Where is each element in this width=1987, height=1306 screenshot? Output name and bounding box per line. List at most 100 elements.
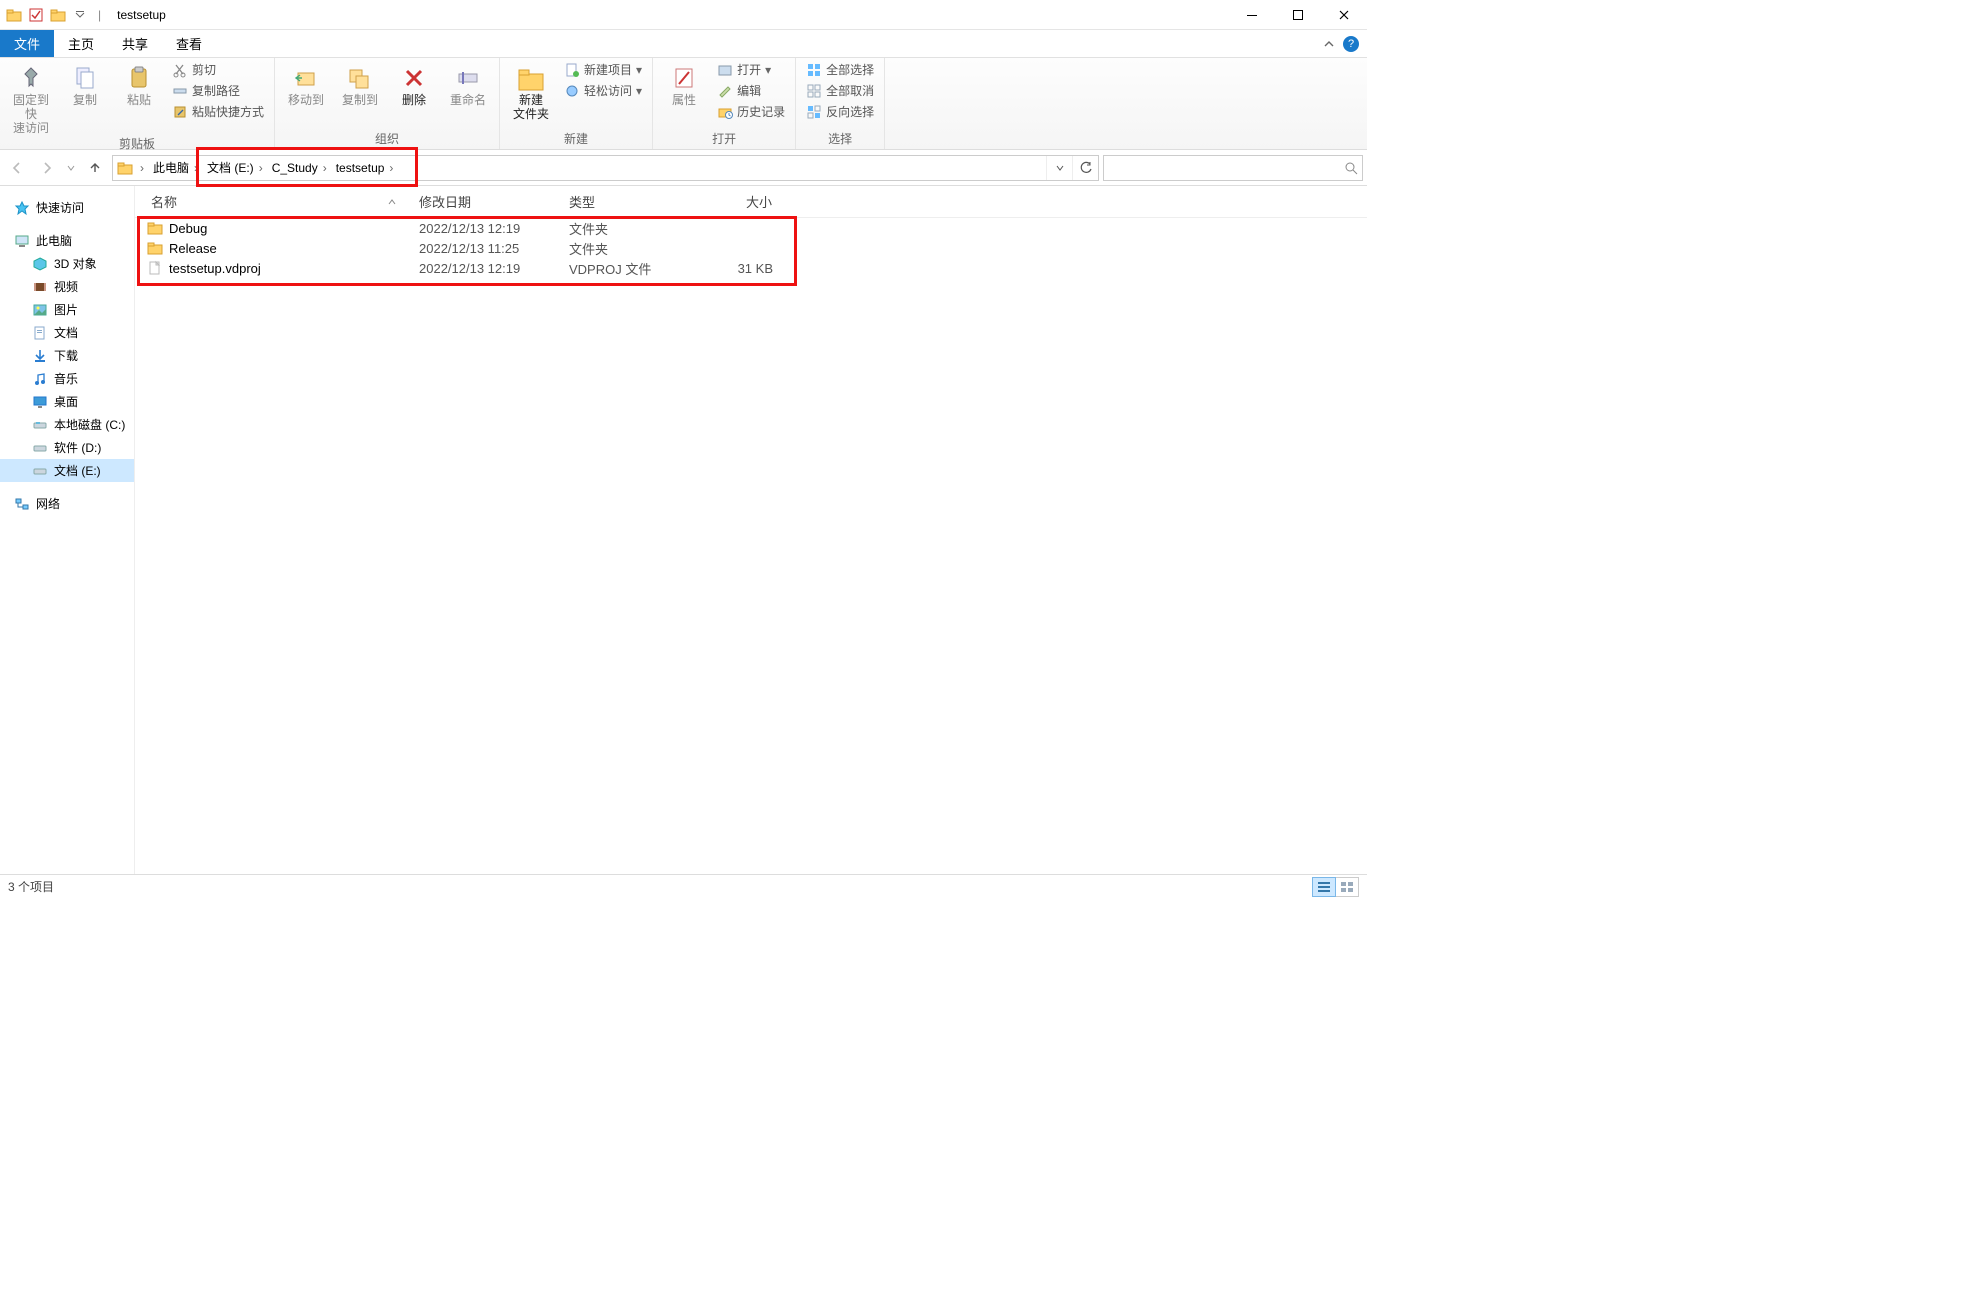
nav-soft-d[interactable]: 软件 (D:) (0, 436, 134, 459)
nav-label: 软件 (D:) (54, 439, 101, 456)
tab-file[interactable]: 文件 (0, 30, 54, 57)
forward-button[interactable] (34, 155, 60, 181)
help-icon[interactable]: ? (1343, 36, 1359, 52)
delete-label: 删除 (402, 94, 426, 108)
paste-button[interactable]: 粘贴 (114, 60, 164, 108)
address-row: › 此电脑› 文档 (E:)› C_Study› testsetup› (0, 150, 1367, 186)
history-label: 历史记录 (737, 103, 785, 120)
properties-button[interactable]: 属性 (659, 60, 709, 108)
recent-locations-button[interactable] (64, 155, 78, 181)
ribbon-collapse-icon[interactable] (1315, 38, 1343, 50)
column-size[interactable]: 大小 (691, 186, 781, 217)
address-bar[interactable]: › 此电脑› 文档 (E:)› C_Study› testsetup› (112, 155, 1099, 181)
select-all-button[interactable]: 全部选择 (802, 60, 878, 79)
navigation-pane[interactable]: 快速访问 此电脑 3D 对象 视频 图片 文档 下载 音乐 (0, 186, 135, 874)
search-box[interactable] (1103, 155, 1363, 181)
breadcrumb-root-sep[interactable]: › (135, 161, 149, 175)
ribbon-tabs: 文件 主页 共享 查看 ? (0, 30, 1367, 58)
status-text: 3 个项目 (8, 878, 54, 895)
paste-shortcut-button[interactable]: 粘贴快捷方式 (168, 102, 268, 121)
select-all-label: 全部选择 (826, 61, 874, 78)
close-button[interactable] (1321, 0, 1367, 30)
breadcrumb-this-pc[interactable]: 此电脑› (151, 159, 203, 176)
paste-label: 粘贴 (127, 94, 151, 108)
tab-share[interactable]: 共享 (108, 30, 162, 57)
list-item[interactable]: testsetup.vdproj2022/12/13 12:19VDPROJ 文… (135, 258, 1367, 278)
nav-videos[interactable]: 视频 (0, 275, 134, 298)
pin-to-quick-access-button[interactable]: 固定到快 速访问 (6, 60, 56, 135)
copy-to-button[interactable]: 复制到 (335, 60, 385, 108)
copy-to-label: 复制到 (342, 94, 378, 108)
column-headers: 名称 修改日期 类型 大小 (135, 186, 1367, 218)
new-folder-button[interactable]: 新建 文件夹 (506, 60, 556, 122)
new-item-label: 新建项目 (584, 61, 632, 78)
pc-icon (14, 233, 30, 249)
status-bar: 3 个项目 (0, 874, 1367, 898)
delete-button[interactable]: 删除 (389, 60, 439, 108)
nav-documents[interactable]: 文档 (0, 321, 134, 344)
desktop-icon (32, 394, 48, 410)
list-item[interactable]: Release2022/12/13 11:25文件夹 (135, 238, 1367, 258)
history-button[interactable]: 历史记录 (713, 102, 789, 121)
edit-icon (717, 83, 733, 99)
qat-properties-icon[interactable] (28, 7, 44, 23)
column-name[interactable]: 名称 (135, 186, 411, 217)
nav-downloads[interactable]: 下载 (0, 344, 134, 367)
qat-folder-icon[interactable] (50, 7, 66, 23)
cut-button[interactable]: 剪切 (168, 60, 268, 79)
properties-label: 属性 (672, 94, 696, 108)
list-item[interactable]: Debug2022/12/13 12:19文件夹 (135, 218, 1367, 238)
new-item-icon (564, 62, 580, 78)
nav-label: 文档 (E:) (54, 462, 101, 479)
nav-pictures[interactable]: 图片 (0, 298, 134, 321)
nav-music[interactable]: 音乐 (0, 367, 134, 390)
column-type[interactable]: 类型 (561, 186, 691, 217)
nav-doc-e[interactable]: 文档 (E:) (0, 459, 134, 482)
tab-home[interactable]: 主页 (54, 30, 108, 57)
search-icon (1344, 161, 1358, 175)
nav-3d-objects[interactable]: 3D 对象 (0, 252, 134, 275)
new-item-button[interactable]: 新建项目 ▾ (560, 60, 646, 79)
window-title: testsetup (111, 8, 166, 22)
content-pane: 名称 修改日期 类型 大小 Debug2022/12/13 12:19文件夹Re… (135, 186, 1367, 874)
tab-view[interactable]: 查看 (162, 30, 216, 57)
copy-button[interactable]: 复制 (60, 60, 110, 108)
minimize-button[interactable] (1229, 0, 1275, 30)
nav-local-c[interactable]: 本地磁盘 (C:) (0, 413, 134, 436)
rename-button[interactable]: 重命名 (443, 60, 493, 108)
nav-label: 图片 (54, 301, 78, 318)
qat-dropdown-icon[interactable] (72, 7, 88, 23)
file-list[interactable]: Debug2022/12/13 12:19文件夹Release2022/12/1… (135, 218, 1367, 874)
invert-selection-icon (806, 104, 822, 120)
nav-this-pc[interactable]: 此电脑 (0, 229, 134, 252)
copy-path-button[interactable]: 复制路径 (168, 81, 268, 100)
breadcrumb-cstudy[interactable]: C_Study› (270, 161, 332, 175)
icons-view-button[interactable] (1335, 877, 1359, 897)
select-none-button[interactable]: 全部取消 (802, 81, 878, 100)
paste-icon (123, 62, 155, 94)
new-group-label: 新建 (506, 130, 646, 149)
breadcrumb-drive[interactable]: 文档 (E:)› (205, 159, 268, 176)
up-button[interactable] (82, 155, 108, 181)
address-dropdown-button[interactable] (1046, 156, 1072, 180)
invert-selection-button[interactable]: 反向选择 (802, 102, 878, 121)
breadcrumb-testsetup[interactable]: testsetup› (334, 161, 399, 175)
edit-button[interactable]: 编辑 (713, 81, 789, 100)
details-view-button[interactable] (1312, 877, 1336, 897)
nav-label: 下载 (54, 347, 78, 364)
maximize-button[interactable] (1275, 0, 1321, 30)
folder-icon (147, 220, 163, 236)
select-none-icon (806, 83, 822, 99)
refresh-button[interactable] (1072, 156, 1098, 180)
back-button[interactable] (4, 155, 30, 181)
main-area: 快速访问 此电脑 3D 对象 视频 图片 文档 下载 音乐 (0, 186, 1367, 874)
invert-selection-label: 反向选择 (826, 103, 874, 120)
nav-network[interactable]: 网络 (0, 492, 134, 515)
column-date[interactable]: 修改日期 (411, 186, 561, 217)
nav-quick-access[interactable]: 快速访问 (0, 196, 134, 219)
file-name: Debug (169, 221, 207, 236)
nav-desktop[interactable]: 桌面 (0, 390, 134, 413)
open-button[interactable]: 打开 ▾ (713, 60, 789, 79)
move-to-button[interactable]: 移动到 (281, 60, 331, 108)
easy-access-button[interactable]: 轻松访问 ▾ (560, 81, 646, 100)
